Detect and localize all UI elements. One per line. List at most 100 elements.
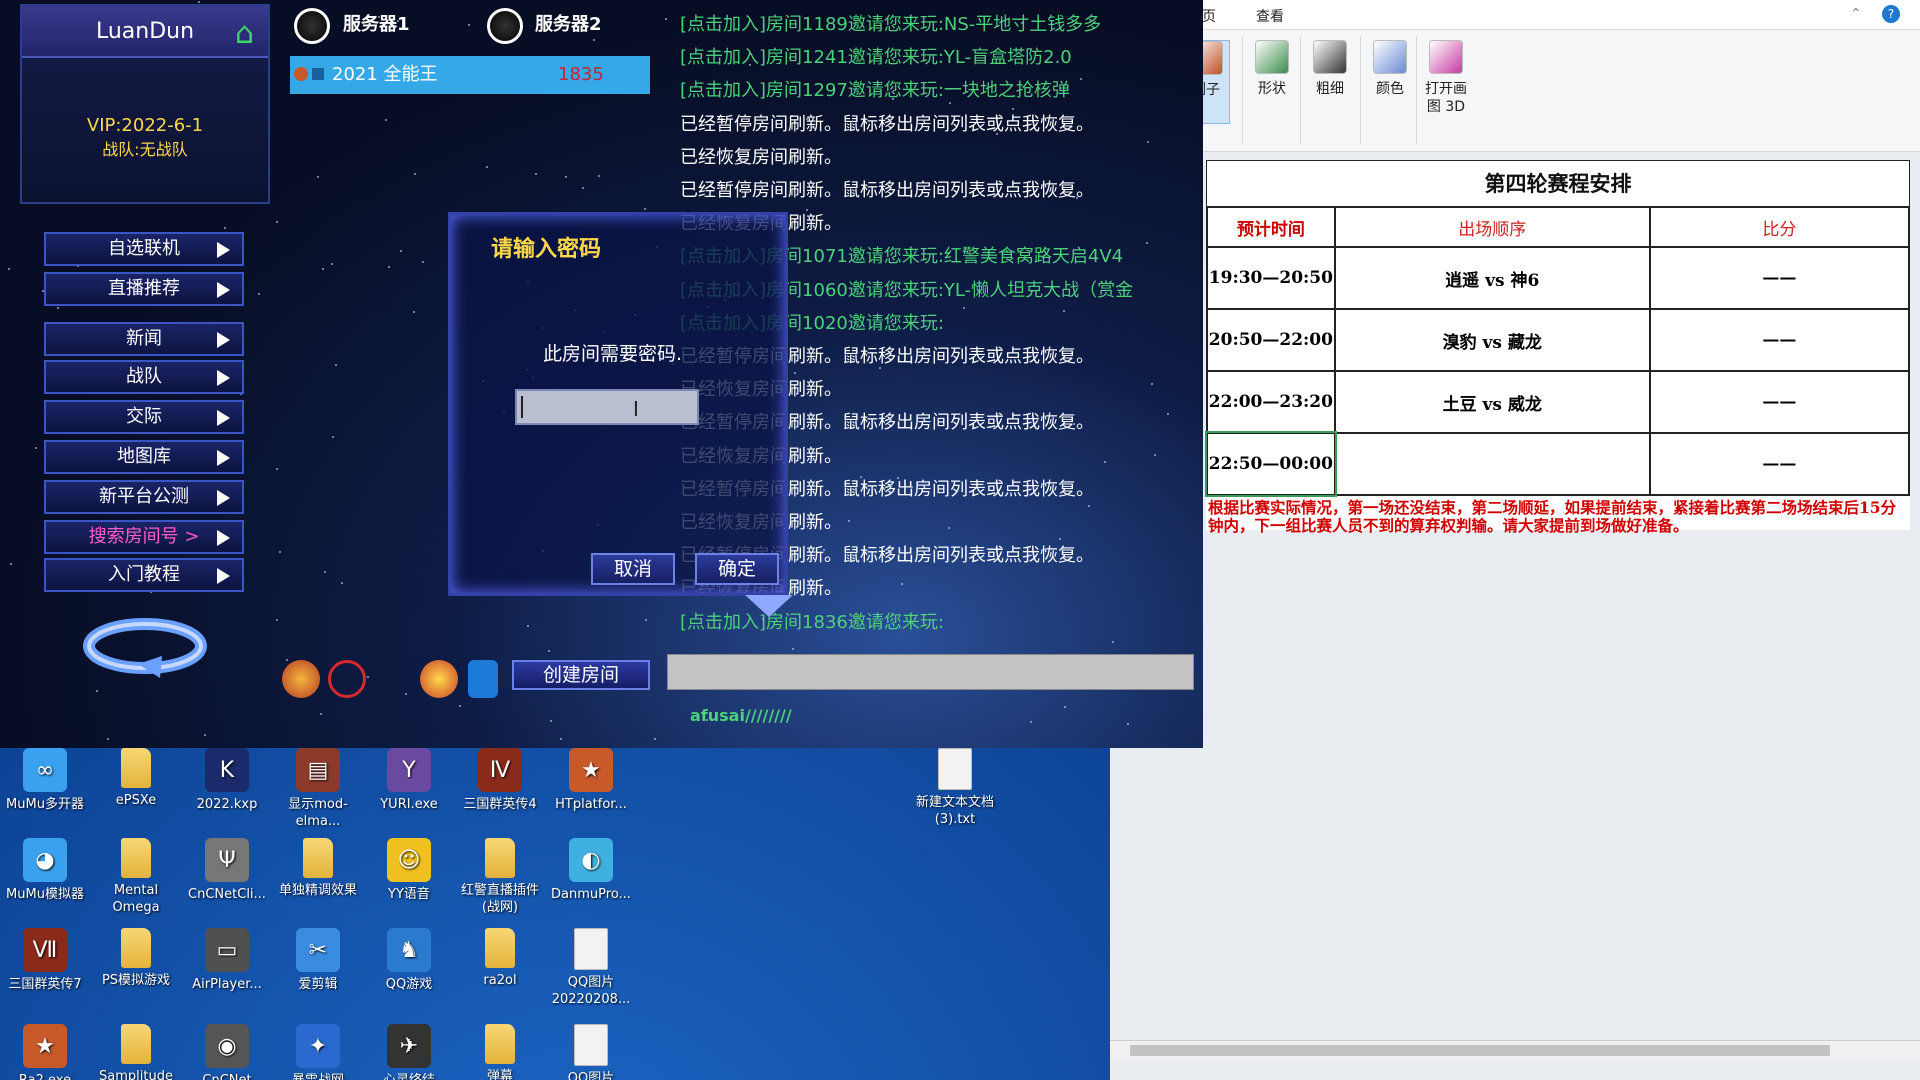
desktop-icon[interactable]: ☺ YY语音 xyxy=(364,838,454,903)
schedule-image: 第四轮赛程安排 预计时间 出场顺序 比分 19:30—20:50 逍遥 vs 神6 ——… xyxy=(1205,160,1911,535)
dialog-title: 请输入密码 xyxy=(491,237,602,262)
schedule-cell: 土豆 vs 威龙 xyxy=(1333,370,1651,434)
scrollbar-thumb[interactable] xyxy=(1130,1045,1830,1056)
ribbon-paint3d-button[interactable]: 打开画图 3D xyxy=(1422,40,1470,116)
star xyxy=(665,17,668,20)
desktop-icon[interactable]: ♞ QQ游戏 xyxy=(364,928,454,993)
desktop-icon[interactable]: Ψ CnCNetCli... xyxy=(182,838,272,903)
paint-canvas-area[interactable]: 第四轮赛程安排 预计时间 出场顺序 比分 19:30—20:50 逍遥 vs 神6 ——… xyxy=(1110,152,1920,1060)
desktop-icon-label: PS模拟游戏 xyxy=(101,973,171,988)
menu-button-label: 地图库 xyxy=(117,446,171,467)
chat-system-line: 已经暂停房间刷新。鼠标移出房间列表或点我恢复。 xyxy=(680,180,1094,202)
desktop-icon-label: CnCNetCli... xyxy=(188,887,266,902)
desktop-icon-label: 爱剪辑 xyxy=(298,977,338,992)
desktop-icon[interactable]: 单独精调效果 xyxy=(273,838,363,899)
arrow-right-icon xyxy=(217,410,230,426)
desktop-icon[interactable]: ◐ DanmuPro... xyxy=(546,838,636,903)
schedule-table: 预计时间 出场顺序 比分 19:30—20:50 逍遥 vs 神6 —— 20:50—22… xyxy=(1205,206,1911,497)
chat-input[interactable] xyxy=(667,654,1194,690)
globe-icon[interactable] xyxy=(294,8,330,44)
desktop-icon-label: 三国群英传7 xyxy=(8,977,82,992)
desktop-icon[interactable]: PS模拟游戏 xyxy=(91,928,181,989)
desktop-icon[interactable]: Samplitude xyxy=(91,1024,181,1080)
desktop-icon-label: 心灵终结 xyxy=(364,1072,454,1080)
menu-button[interactable]: 直播推荐 xyxy=(44,272,244,306)
desktop-icon[interactable]: K 2022.kxp xyxy=(182,748,272,813)
desktop-icon[interactable]: ✈ 心灵终结 xyxy=(364,1024,454,1080)
horizontal-scrollbar[interactable] xyxy=(1110,1040,1920,1060)
desktop-icon-label: 显示mod-elma... xyxy=(288,797,348,829)
desktop-icon[interactable]: Mental Omega xyxy=(91,838,181,916)
user-panel: LuanDun ⌂ VIP:2022-6-1 战队:无战队 xyxy=(20,4,270,204)
room-lock-icon xyxy=(312,68,324,80)
cancel-button[interactable]: 取消 xyxy=(591,553,675,585)
collapse-ribbon-icon[interactable]: ⌃ xyxy=(1850,6,1862,22)
file-icon xyxy=(574,928,608,970)
menu-button[interactable]: 自选联机 xyxy=(44,232,244,266)
desktop-icon[interactable]: ▤ 显示mod-elma... xyxy=(273,748,363,830)
chat-invite-line[interactable]: [点击加入]房间1241邀请您来玩:YL-盲盒塔防2.0 xyxy=(680,41,1200,74)
app-icon: ◐ xyxy=(569,838,613,882)
schedule-cell: —— xyxy=(1648,246,1911,310)
chat-invite-line[interactable]: [点击加入]房间1189邀请您来玩:NS-平地寸土钱多多 xyxy=(680,8,1200,41)
ribbon-size-button[interactable]: 粗细 xyxy=(1306,40,1354,98)
star xyxy=(324,571,327,574)
menu-button[interactable]: 搜索房间号 > xyxy=(44,520,244,554)
arrow-right-icon xyxy=(217,490,230,506)
folder-icon xyxy=(485,838,515,878)
desktop-icon[interactable]: ◕ MuMu模拟器 xyxy=(0,838,90,903)
room-list-row[interactable]: 2021 全能王 1835 xyxy=(290,56,650,94)
desktop-icon[interactable]: ra2ol xyxy=(455,928,545,989)
menu-button[interactable]: 新平台公测 xyxy=(44,480,244,514)
refresh-icon[interactable] xyxy=(78,612,212,682)
desktop-icon[interactable]: ✂ 爱剪辑 xyxy=(273,928,363,993)
star xyxy=(223,226,226,229)
desktop-icon[interactable]: ▭ AirPlayer... xyxy=(182,928,272,993)
menu-button[interactable]: 地图库 xyxy=(44,440,244,474)
globe-icon[interactable] xyxy=(487,8,523,44)
star xyxy=(10,563,13,566)
desktop-icon[interactable]: ePSXe xyxy=(91,748,181,809)
desktop-icon[interactable]: Y YURI.exe xyxy=(364,748,454,813)
no-entry-icon[interactable] xyxy=(328,660,366,698)
ok-button[interactable]: 确定 xyxy=(695,553,779,585)
desktop-icon[interactable]: ★ Ra2.exe xyxy=(0,1024,90,1080)
desktop-icon[interactable]: Ⅳ 三国群英传4 xyxy=(455,748,545,813)
star xyxy=(1112,640,1115,643)
desktop-icon[interactable]: 弹幕 xyxy=(455,1024,545,1080)
ribbon-separator xyxy=(1242,36,1243,144)
menu-button[interactable]: 入门教程 xyxy=(44,558,244,592)
star xyxy=(644,207,647,210)
password-input[interactable]: I xyxy=(515,389,699,425)
schedule-cell: 逍遥 vs 神6 xyxy=(1333,246,1651,310)
help-icon[interactable]: ? xyxy=(1882,5,1900,23)
desktop-icon[interactable]: ∞ MuMu多开器 xyxy=(0,748,90,813)
desktop-icon[interactable]: ✦ 暴雪战网 xyxy=(273,1024,363,1080)
menu-button-label: 新闻 xyxy=(126,328,162,349)
server-tab-2[interactable]: 服务器2 xyxy=(535,10,602,36)
menu-button[interactable]: 新闻 xyxy=(44,322,244,356)
server-tab-1[interactable]: 服务器1 xyxy=(343,10,410,36)
lock-icon[interactable] xyxy=(468,660,498,698)
desktop-icon[interactable]: Ⅶ 三国群英传7 xyxy=(0,928,90,993)
soldier-icon[interactable] xyxy=(282,660,320,698)
star-badge-icon[interactable] xyxy=(420,660,458,698)
create-room-button[interactable]: 创建房间 xyxy=(512,660,650,690)
tab-home-partial[interactable]: 页 xyxy=(1202,6,1216,26)
desktop-icon[interactable]: QQ图片20220208... xyxy=(546,928,636,1008)
desktop-icon[interactable]: ★ HTplatfor... xyxy=(546,748,636,813)
home-icon[interactable]: ⌂ xyxy=(235,8,254,60)
star xyxy=(335,363,338,366)
desktop-icon[interactable]: 新建文本文档(3).txt xyxy=(910,748,1000,828)
star xyxy=(414,172,417,175)
desktop-icon[interactable]: ◉ CnCNet xyxy=(182,1024,272,1080)
chat-invite-line[interactable]: [点击加入]房间1297邀请您来玩:一块地之抢核弹 xyxy=(680,74,1200,107)
ribbon-label: 粗细 xyxy=(1316,81,1344,97)
desktop-icon[interactable]: 红警直播插件(战网) xyxy=(455,838,545,916)
menu-button[interactable]: 战队 xyxy=(44,360,244,394)
tab-view[interactable]: 查看 xyxy=(1256,6,1284,26)
ribbon-colors-button[interactable]: 颜色 xyxy=(1366,40,1414,98)
menu-button[interactable]: 交际 xyxy=(44,400,244,434)
desktop-icon[interactable]: QQ图片 xyxy=(546,1024,636,1080)
ribbon-shapes-button[interactable]: 形状 xyxy=(1248,40,1296,98)
